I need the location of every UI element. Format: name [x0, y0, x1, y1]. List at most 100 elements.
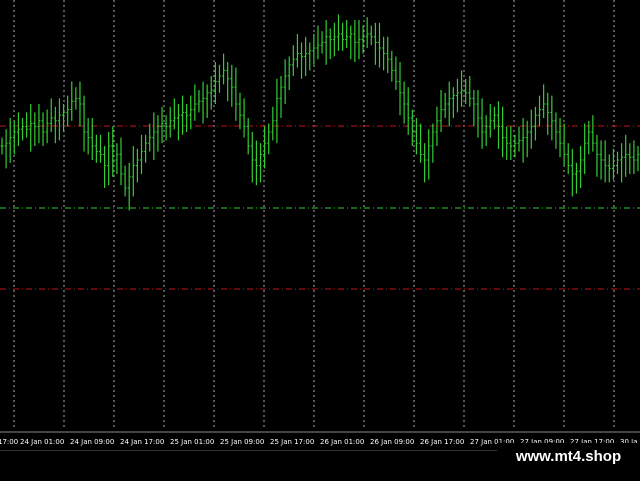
price-chart[interactable]: 17:00 24 Jan 01:00 24 Jan 09:00 24 Jan 17:0…	[0, 0, 640, 480]
price-bar	[283, 59, 287, 104]
price-bar	[468, 76, 472, 107]
price-bar	[345, 20, 349, 48]
x-tick-label: 24 Jan 09:00	[70, 438, 114, 446]
price-bar	[353, 20, 357, 62]
price-bar	[275, 78, 279, 144]
price-bar	[464, 78, 468, 104]
x-tick-label: 17:00	[0, 438, 18, 446]
price-bar	[300, 42, 304, 79]
price-bar	[513, 134, 517, 158]
chart-canvas[interactable]: 17:00 24 Jan 01:00 24 Jan 09:00 24 Jan 17:0…	[0, 0, 640, 450]
price-bar	[447, 81, 451, 127]
price-bar	[21, 118, 25, 141]
price-bar	[603, 140, 607, 183]
price-bar	[242, 98, 246, 138]
price-bar	[570, 148, 574, 197]
price-bar	[521, 118, 525, 163]
x-tick-label: 26 Jan 17:00	[420, 438, 464, 446]
price-bar	[451, 87, 455, 118]
price-bar	[226, 62, 230, 102]
price-bar	[263, 126, 267, 169]
price-bar	[382, 36, 386, 71]
price-bar	[336, 14, 340, 51]
price-bar	[234, 67, 238, 121]
price-bar	[98, 134, 102, 163]
price-bar	[144, 134, 148, 163]
price-bar	[460, 70, 464, 107]
price-bar	[505, 126, 509, 160]
price-bar	[488, 104, 492, 138]
price-bar	[583, 123, 587, 174]
price-bar	[287, 56, 291, 90]
price-bar	[172, 98, 176, 130]
price-bar	[107, 132, 111, 186]
price-bar	[533, 106, 537, 141]
x-tick-label: 24 Jan 01:00	[20, 438, 64, 446]
price-bar	[349, 25, 353, 60]
price-bar	[259, 143, 263, 183]
price-bar	[279, 76, 283, 118]
price-bar	[435, 106, 439, 146]
price-bar	[57, 98, 61, 141]
price-bar	[550, 95, 554, 141]
price-bar	[546, 92, 550, 135]
price-bar	[254, 140, 258, 186]
price-bar	[176, 104, 180, 141]
price-bar	[152, 112, 156, 160]
price-bar	[0, 137, 4, 155]
price-bar	[558, 118, 562, 158]
price-bar	[201, 81, 205, 124]
price-bar	[566, 143, 570, 174]
price-bar	[115, 143, 119, 174]
price-bar	[369, 25, 373, 46]
price-bar	[33, 112, 37, 146]
price-bar	[357, 20, 361, 60]
price-bar	[295, 34, 299, 68]
price-bar	[246, 118, 250, 155]
price-bar	[267, 123, 271, 155]
price-bar	[66, 95, 70, 127]
price-bar	[119, 137, 123, 186]
price-bar	[414, 118, 418, 155]
price-bar	[140, 134, 144, 174]
price-bar	[509, 126, 513, 160]
price-bar	[562, 123, 566, 166]
price-bar	[213, 62, 217, 104]
price-bar	[525, 120, 529, 158]
price-bar	[291, 45, 295, 76]
price-bar	[615, 151, 619, 174]
price-bar	[579, 146, 583, 188]
price-bar	[406, 87, 410, 135]
price-bar	[529, 109, 533, 149]
price-bar	[427, 129, 431, 180]
price-bar	[574, 162, 578, 194]
price-bar	[164, 115, 168, 141]
price-bar	[90, 118, 94, 160]
price-bar	[538, 95, 542, 127]
price-bar	[181, 95, 185, 135]
watermark: www.mt4.shop	[497, 443, 640, 471]
price-bar	[410, 109, 414, 146]
price-bar	[320, 31, 324, 54]
price-bar	[455, 78, 459, 113]
price-bar	[62, 104, 66, 132]
price-bar	[476, 90, 480, 138]
price-bar	[332, 22, 336, 57]
price-bar	[316, 25, 320, 60]
price-bar	[49, 98, 53, 132]
price-bar	[312, 34, 316, 65]
x-tick-label: 25 Jan 17:00	[270, 438, 314, 446]
price-bar	[4, 129, 8, 169]
price-bar	[501, 106, 505, 158]
price-bar	[542, 84, 546, 118]
price-bar	[78, 81, 82, 127]
price-bar	[443, 92, 447, 118]
price-bar	[419, 123, 423, 163]
price-bar	[217, 64, 221, 93]
price-bar	[328, 28, 332, 60]
price-bar	[37, 104, 41, 144]
price-bar	[423, 143, 427, 183]
price-bar	[131, 146, 135, 197]
price-bar	[250, 132, 254, 183]
price-bar	[209, 76, 213, 110]
